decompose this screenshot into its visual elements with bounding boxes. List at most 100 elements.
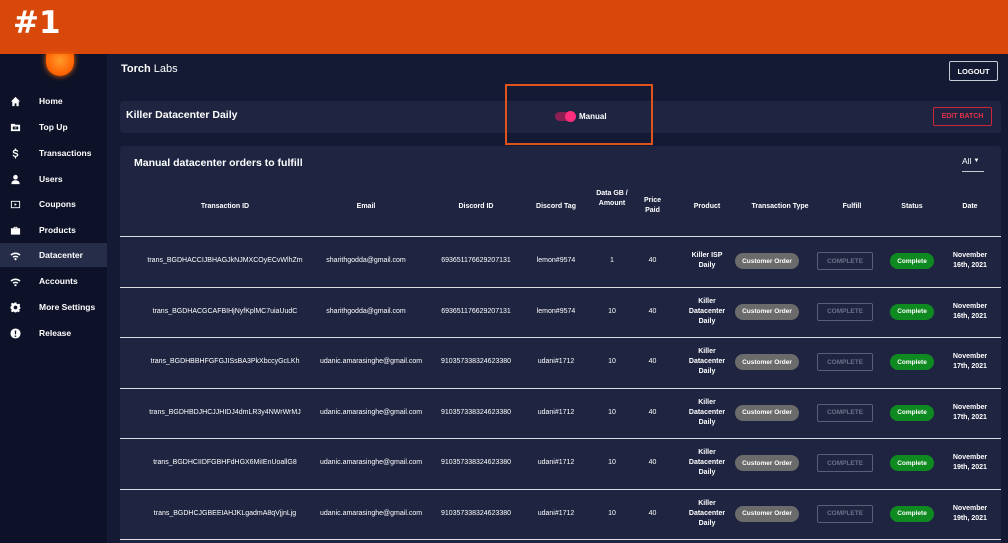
sidebar-item-home[interactable]: Home [0, 89, 107, 113]
status-filter-dropdown[interactable]: All ▼ [962, 156, 984, 172]
column-header-discord-tag: Discord Tag [536, 203, 576, 210]
transaction-type-badge: Customer Order [735, 303, 799, 320]
batch-title: Killer Datacenter Daily [126, 109, 238, 121]
brand-name: Torch Labs [121, 63, 178, 75]
top-banner: #1 [0, 0, 1008, 54]
cell-data-gb: 10 [608, 509, 616, 517]
fulfill-complete-button[interactable]: COMPLETE [817, 353, 873, 372]
wifi-icon [0, 250, 30, 261]
cell-discord-id: 693651176629207131 [441, 307, 511, 315]
sidebar-item-users[interactable]: Users [0, 167, 107, 191]
sidebar-item-coupons[interactable]: Coupons [0, 192, 107, 216]
column-header-transaction-id: Transaction ID [200, 203, 250, 210]
banner-label: #1 [13, 5, 61, 41]
transaction-type-badge: Customer Order [735, 354, 799, 371]
sidebar-item-transactions[interactable]: Transactions [0, 141, 107, 165]
brand-bold: Torch [121, 63, 151, 75]
cell-price-paid: 40 [648, 459, 657, 467]
row-divider [120, 286, 1001, 288]
column-header-data-gb: Data GB / Amount [596, 190, 628, 207]
cell-data-gb: 1 [610, 257, 614, 265]
column-header-discord-id: Discord ID [458, 203, 494, 210]
cell-product: Killer Datacenter Daily [688, 499, 726, 527]
status-badge: Complete [890, 354, 934, 371]
sidebar-item-label: Products [39, 225, 76, 235]
cell-product: Killer Datacenter Daily [688, 297, 726, 325]
sidebar-item-top-up[interactable]: Top Up [0, 115, 107, 139]
fulfill-complete-button[interactable]: COMPLETE [817, 504, 873, 523]
user-icon [0, 174, 30, 185]
alert-icon [0, 327, 30, 339]
cell-email: sharithgodda@gmail.com [326, 307, 406, 315]
cell-date: November 19th, 2021 [952, 504, 988, 522]
status-badge: Complete [890, 303, 934, 320]
row-divider [120, 438, 1001, 439]
cell-discord-tag: udani#1712 [537, 509, 575, 517]
cell-date: November 16th, 2021 [952, 252, 988, 270]
fulfill-complete-button[interactable]: COMPLETE [817, 454, 873, 473]
status-badge: Complete [890, 253, 934, 270]
sidebar-item-label: Users [39, 174, 63, 184]
column-header-transaction-type: Transaction Type [751, 203, 809, 210]
cell-product: Killer ISP Daily [691, 252, 723, 270]
cell-email: udanic.amarasinghe@gmail.com [320, 408, 423, 416]
cell-discord-tag: udani#1712 [537, 408, 575, 416]
cell-product: Killer Datacenter Daily [688, 348, 726, 376]
chevron-down-icon: ▼ [973, 158, 980, 164]
sidebar-item-datacenter[interactable]: Datacenter [0, 243, 107, 267]
cell-email: udanic.amarasinghe@gmail.com [320, 358, 423, 366]
cell-date: November 17th, 2021 [952, 353, 988, 371]
status-badge: Complete [890, 455, 934, 472]
row-divider [120, 387, 1001, 389]
cell-transaction-id: trans_BGDHACGCAFBIHjNyfKplMC7uiaUudC [152, 307, 298, 315]
cell-transaction-id: trans_BGDHBDJHCJJHIDJ4dmLR3y4NWrWrMJ [149, 408, 301, 416]
main-content: Torch Labs LOGOUT Killer Datacenter Dail… [107, 54, 1008, 543]
top-up-icon [0, 122, 30, 133]
fulfill-complete-button[interactable]: COMPLETE [817, 252, 873, 271]
cell-price-paid: 40 [648, 509, 657, 517]
sidebar-item-accounts[interactable]: Accounts [0, 269, 107, 293]
filter-value: All [962, 156, 972, 166]
cell-discord-tag: lemon#9574 [536, 307, 576, 315]
transaction-type-badge: Customer Order [735, 404, 799, 421]
sidebar-item-label: Datacenter [39, 250, 83, 260]
sidebar: Home Top Up Transactions Users Coupons P… [0, 54, 107, 543]
fulfill-complete-button[interactable]: COMPLETE [817, 302, 873, 321]
cell-email: udanic.amarasinghe@gmail.com [320, 459, 423, 467]
column-header-fulfill: Fulfill [842, 203, 862, 210]
column-header-product: Product [693, 203, 721, 210]
fulfill-complete-button[interactable]: COMPLETE [817, 403, 873, 422]
cell-product: Killer Datacenter Daily [688, 398, 726, 426]
sidebar-item-release[interactable]: Release [0, 321, 107, 345]
cell-product: Killer Datacenter Daily [688, 449, 726, 477]
logout-button[interactable]: LOGOUT [949, 61, 998, 81]
coupon-icon [0, 199, 30, 210]
cell-date: November 19th, 2021 [952, 454, 988, 472]
cell-data-gb: 10 [608, 459, 616, 467]
cell-transaction-id: trans_BGDHCIIDFGBHFdHGX6MiIEnUoallG8 [153, 459, 297, 467]
cell-price-paid: 40 [648, 257, 657, 265]
cell-discord-id: 910357338324623380 [440, 358, 512, 366]
cell-price-paid: 40 [648, 408, 657, 416]
status-badge: Complete [890, 505, 934, 522]
torch-logo [46, 54, 74, 76]
transaction-type-badge: Customer Order [735, 253, 799, 270]
sidebar-item-label: Transactions [39, 148, 92, 158]
cell-data-gb: 10 [608, 408, 616, 416]
column-header-date: Date [962, 203, 978, 210]
highlight-annotation-box [505, 84, 653, 145]
sidebar-item-more-settings[interactable]: More Settings [0, 295, 107, 319]
cell-discord-tag: udani#1712 [537, 358, 575, 366]
edit-batch-button[interactable]: EDIT BATCH [933, 107, 992, 126]
column-header-price-paid: Price Paid [643, 197, 662, 214]
brand-rest: Labs [150, 63, 178, 75]
cell-discord-id: 910357338324623380 [440, 509, 512, 517]
row-divider [120, 337, 1001, 338]
cell-discord-tag: udani#1712 [537, 459, 575, 467]
cell-date: November 16th, 2021 [952, 302, 988, 320]
wifi-icon [0, 276, 30, 287]
column-header-email: Email [356, 203, 376, 210]
sidebar-item-products[interactable]: Products [0, 218, 107, 242]
row-divider [120, 539, 1001, 540]
dollar-icon [0, 147, 30, 159]
